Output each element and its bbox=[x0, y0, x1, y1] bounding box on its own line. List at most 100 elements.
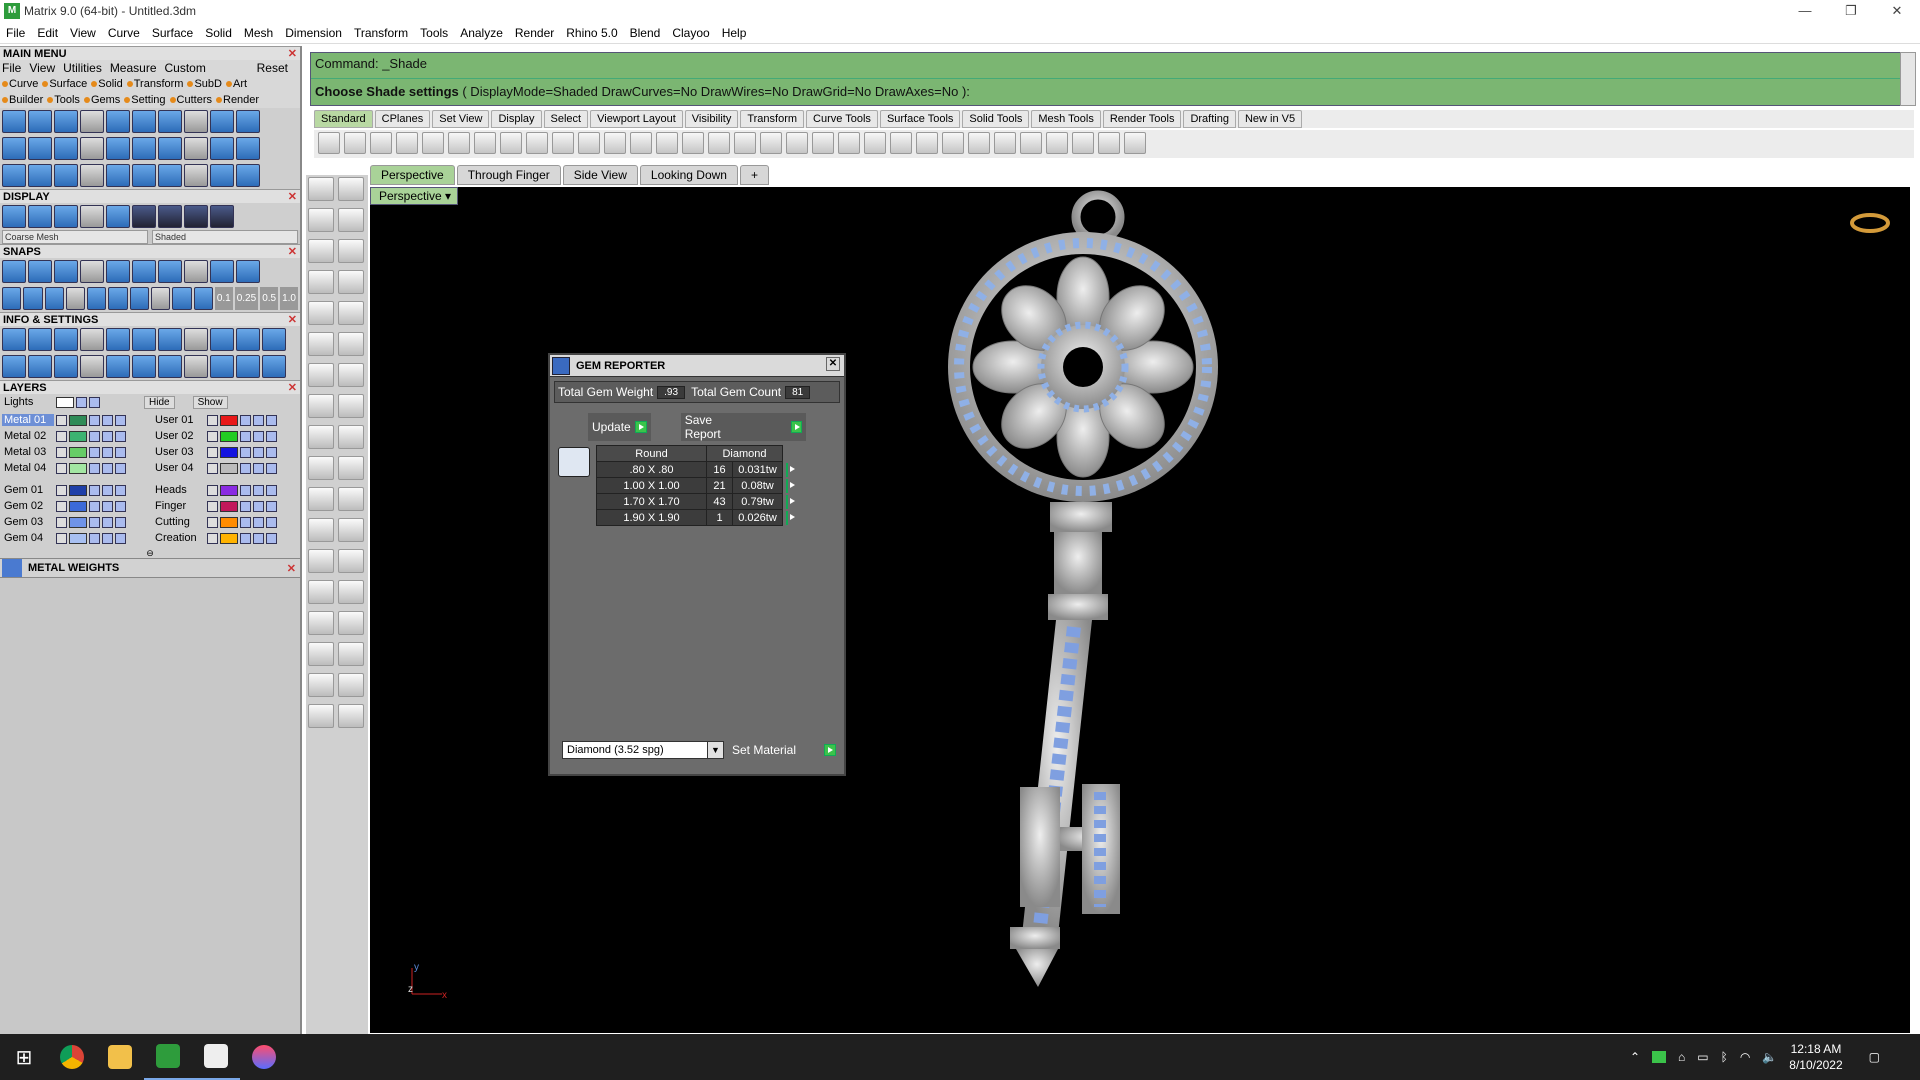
layer-toggle-icon[interactable] bbox=[253, 446, 264, 458]
mainmenu-view[interactable]: View bbox=[29, 61, 55, 75]
toolbar-icon[interactable] bbox=[760, 132, 782, 154]
layer-expand-icon[interactable] bbox=[56, 414, 67, 426]
layer-toggle-icon[interactable] bbox=[102, 532, 113, 544]
vertical-tool-icon[interactable] bbox=[338, 332, 364, 356]
minimize-button[interactable]: — bbox=[1782, 0, 1828, 22]
tab-select[interactable]: Select bbox=[543, 110, 589, 128]
update-button[interactable]: Update bbox=[588, 413, 651, 441]
row-go-button[interactable] bbox=[783, 462, 792, 478]
mainmenu-subd[interactable]: SubD bbox=[187, 78, 222, 90]
tool-icon[interactable] bbox=[106, 355, 130, 378]
layer-toggle-icon[interactable] bbox=[266, 500, 277, 512]
tool-icon[interactable] bbox=[158, 205, 182, 228]
layer-expand-icon[interactable] bbox=[207, 462, 218, 474]
tool-icon[interactable] bbox=[2, 328, 26, 351]
toolbar-icon[interactable] bbox=[734, 132, 756, 154]
tool-icon[interactable] bbox=[184, 205, 208, 228]
layer-color-swatch[interactable] bbox=[69, 500, 87, 512]
layer-toggle-icon[interactable] bbox=[115, 516, 126, 528]
menu-item-view[interactable]: View bbox=[64, 26, 102, 40]
mainmenu-file[interactable]: File bbox=[2, 61, 21, 75]
menu-item-help[interactable]: Help bbox=[716, 26, 753, 40]
layer-toggle-icon[interactable] bbox=[102, 484, 113, 496]
prompt-options[interactable]: ( DisplayMode=Shaded DrawCurves=No DrawW… bbox=[459, 84, 970, 99]
toolbar-icon[interactable] bbox=[890, 132, 912, 154]
tool-icon[interactable] bbox=[80, 260, 104, 283]
mainmenu-surface[interactable]: Surface bbox=[42, 78, 87, 90]
layer-row[interactable]: Cutting bbox=[153, 514, 298, 530]
mainmenu-curve[interactable]: Curve bbox=[2, 78, 38, 90]
layer-toggle-icon[interactable] bbox=[102, 516, 113, 528]
network-icon[interactable]: ⌂ bbox=[1678, 1050, 1685, 1064]
layer-expand-icon[interactable] bbox=[56, 446, 67, 458]
tool-icon[interactable] bbox=[184, 355, 208, 378]
tool-icon[interactable] bbox=[172, 287, 192, 310]
toolbar-icon[interactable] bbox=[318, 132, 340, 154]
layer-row[interactable]: Metal 02 bbox=[2, 428, 147, 444]
layer-expand-icon[interactable] bbox=[207, 430, 218, 442]
vertical-tool-icon[interactable] bbox=[338, 177, 364, 201]
layer-row[interactable]: User 01 bbox=[153, 412, 298, 428]
table-row[interactable]: .80 X .80 16 0.031tw bbox=[596, 461, 792, 478]
toolbar-icon[interactable] bbox=[370, 132, 392, 154]
vertical-tool-icon[interactable] bbox=[308, 425, 334, 449]
vertical-tool-icon[interactable] bbox=[308, 704, 334, 728]
tool-icon[interactable] bbox=[262, 355, 286, 378]
tool-icon[interactable] bbox=[54, 137, 78, 160]
tool-icon[interactable] bbox=[108, 287, 128, 310]
mainmenu-setting[interactable]: Setting bbox=[124, 94, 166, 106]
layer-row[interactable]: User 03 bbox=[153, 444, 298, 460]
tab-viewport-layout[interactable]: Viewport Layout bbox=[590, 110, 683, 128]
vertical-tool-icon[interactable] bbox=[308, 332, 334, 356]
viewport-tab-1[interactable]: Perspective bbox=[370, 165, 455, 185]
material-select[interactable]: Diamond (3.52 spg) ▼ bbox=[562, 741, 724, 759]
toolbar-icon[interactable] bbox=[942, 132, 964, 154]
toolbar-icon[interactable] bbox=[448, 132, 470, 154]
layer-row[interactable]: Finger bbox=[153, 498, 298, 514]
rhino-taskbar-item[interactable] bbox=[192, 1034, 240, 1080]
tool-icon[interactable] bbox=[2, 355, 26, 378]
menu-item-curve[interactable]: Curve bbox=[102, 26, 146, 40]
layer-toggle-icon[interactable] bbox=[115, 532, 126, 544]
tool-icon[interactable] bbox=[54, 328, 78, 351]
tool-icon[interactable] bbox=[132, 110, 156, 133]
vertical-tool-icon[interactable] bbox=[308, 580, 334, 604]
layer-toggle-icon[interactable] bbox=[115, 430, 126, 442]
layer-color-swatch[interactable] bbox=[220, 462, 238, 474]
layer-toggle-icon[interactable] bbox=[266, 462, 277, 474]
tool-icon[interactable] bbox=[193, 287, 213, 310]
tool-icon[interactable] bbox=[236, 260, 260, 283]
layer-toggle-icon[interactable] bbox=[89, 430, 100, 442]
toolbar-icon[interactable] bbox=[786, 132, 808, 154]
tool-icon[interactable] bbox=[184, 137, 208, 160]
tool-icon[interactable] bbox=[210, 328, 234, 351]
explorer-taskbar-item[interactable] bbox=[96, 1034, 144, 1080]
vertical-tool-icon[interactable] bbox=[338, 425, 364, 449]
toolbar-icon[interactable] bbox=[604, 132, 626, 154]
bluetooth-icon[interactable]: ᛒ bbox=[1721, 1050, 1728, 1064]
layer-toggle-icon[interactable] bbox=[240, 532, 251, 544]
toolbar-icon[interactable] bbox=[396, 132, 418, 154]
layer-toggle-icon[interactable] bbox=[240, 500, 251, 512]
vertical-tool-icon[interactable] bbox=[338, 518, 364, 542]
layer-toggle-icon[interactable] bbox=[89, 500, 100, 512]
layer-row[interactable]: Gem 03 bbox=[2, 514, 147, 530]
vertical-tool-icon[interactable] bbox=[308, 518, 334, 542]
layer-toggle-icon[interactable] bbox=[102, 462, 113, 474]
menu-item-edit[interactable]: Edit bbox=[31, 26, 64, 40]
layer-row[interactable]: Metal 03 bbox=[2, 444, 147, 460]
vertical-tool-icon[interactable] bbox=[338, 487, 364, 511]
tool-icon[interactable] bbox=[158, 328, 182, 351]
row-go-button[interactable] bbox=[783, 510, 792, 526]
hide-button[interactable]: Hide bbox=[144, 395, 175, 409]
layer-toggle-icon[interactable] bbox=[102, 430, 113, 442]
layer-color-swatch[interactable] bbox=[220, 500, 238, 512]
layer-row[interactable]: Gem 04 bbox=[2, 530, 147, 546]
tool-icon[interactable] bbox=[132, 355, 156, 378]
layer-toggle-icon[interactable] bbox=[266, 484, 277, 496]
tool-icon[interactable] bbox=[80, 110, 104, 133]
tab-display[interactable]: Display bbox=[491, 110, 542, 128]
layers-collapse-icon[interactable]: ⊖ bbox=[0, 548, 300, 558]
tool-icon[interactable] bbox=[158, 110, 182, 133]
matrix-taskbar-item[interactable] bbox=[144, 1034, 192, 1080]
